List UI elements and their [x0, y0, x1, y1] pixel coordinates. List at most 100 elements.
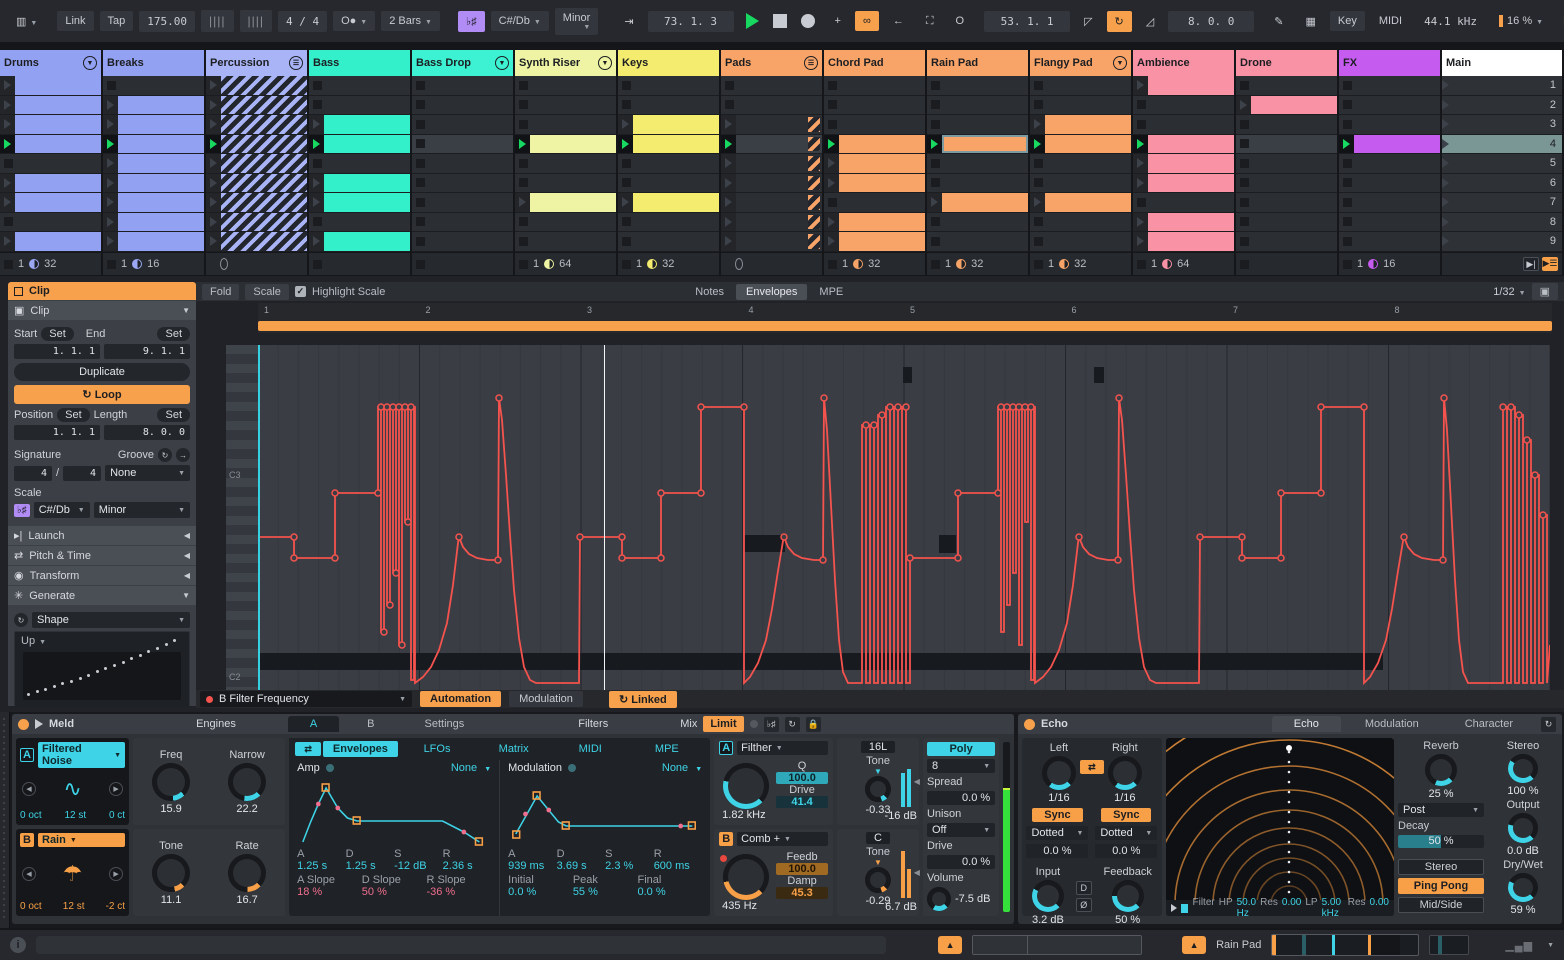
clip-slot[interactable]	[1339, 76, 1440, 96]
clip-body[interactable]	[1045, 193, 1131, 212]
scene-slot[interactable]: 7	[1442, 193, 1562, 213]
tempo-follower-icon[interactable]: ▥ ▼	[8, 11, 45, 32]
clip-slot[interactable]	[618, 95, 719, 115]
clip-slot[interactable]	[824, 115, 925, 135]
clip-slot[interactable]	[309, 115, 410, 135]
clip-slot[interactable]	[1339, 134, 1440, 154]
clip-slot[interactable]	[1030, 193, 1131, 213]
clip-slot[interactable]	[618, 115, 719, 135]
scene-play-icon[interactable]	[1442, 216, 1449, 227]
clip-slot[interactable]	[1339, 212, 1440, 232]
param-value[interactable]: 2.36 s	[443, 860, 492, 872]
clip-stop-square[interactable]	[1343, 80, 1352, 90]
clip-play-zone[interactable]	[309, 173, 324, 192]
clip-play-zone[interactable]	[206, 134, 221, 153]
follow-button[interactable]: ⇥	[616, 11, 641, 32]
right-offset-value[interactable]: 0.0 %	[1095, 844, 1158, 858]
clip-slot[interactable]	[206, 95, 307, 115]
clip-slot[interactable]	[927, 173, 1028, 193]
filter-value[interactable]: 0.00	[1282, 897, 1301, 916]
clip-slot[interactable]	[515, 232, 616, 252]
shape-hotswap-icon[interactable]: ↻	[14, 613, 28, 627]
track-header-synth-riser[interactable]: Synth Riser ▼	[515, 50, 618, 76]
clip-play-icon[interactable]	[210, 80, 217, 91]
clip-play-zone[interactable]	[309, 115, 324, 134]
knob-value[interactable]: 11.1	[161, 894, 182, 906]
clip-play-zone[interactable]	[1030, 134, 1045, 153]
clip-play-icon[interactable]	[1137, 216, 1144, 227]
scene-play-icon[interactable]	[1442, 119, 1449, 130]
clip-play-icon[interactable]	[4, 119, 11, 130]
clip-slot[interactable]	[206, 173, 307, 193]
clip-play-zone[interactable]	[1133, 232, 1148, 251]
clip-stop-square[interactable]	[622, 80, 631, 90]
clip-body[interactable]	[1148, 232, 1234, 251]
scale-name-menu[interactable]: Minor ▼	[93, 502, 190, 518]
clip-play-zone[interactable]	[1030, 193, 1045, 212]
clip-body[interactable]	[1045, 134, 1131, 153]
clip-end-field[interactable]: 9. 1. 1	[104, 344, 190, 359]
clip-play-zone[interactable]	[206, 76, 221, 95]
grid-interval-menu[interactable]: 1/32 ▼	[1493, 286, 1525, 298]
clip-slot[interactable]	[618, 193, 719, 213]
shape-menu[interactable]: Shape ▼	[32, 612, 190, 628]
clip-body[interactable]	[1148, 173, 1234, 192]
echo-tab-echo[interactable]: Echo	[1271, 716, 1341, 732]
launch-section-header[interactable]: ▸| Launch ◀	[8, 526, 196, 545]
clip-stop-square[interactable]	[416, 80, 425, 90]
clip-stop-square[interactable]	[313, 100, 322, 110]
track-header-percussion[interactable]: Percussion ☰	[206, 50, 309, 76]
track-status-cell[interactable]: 1 32	[1030, 253, 1133, 275]
clip-stop-square[interactable]	[828, 119, 837, 129]
device-activator-icon[interactable]	[18, 718, 29, 730]
midi-map-button[interactable]: MIDI	[1371, 11, 1410, 31]
clip-stop-square[interactable]	[931, 217, 940, 227]
key-map-button[interactable]: Key	[1329, 11, 1365, 31]
loop-length-field[interactable]: 8. 0. 0	[104, 425, 190, 440]
clip-stop-square[interactable]	[1240, 158, 1249, 168]
clip-play-icon[interactable]	[107, 216, 114, 227]
clip-slot[interactable]	[1236, 154, 1337, 174]
clip-play-icon[interactable]	[210, 119, 217, 130]
clip-body[interactable]	[839, 173, 925, 192]
clip-stop-square[interactable]	[1343, 178, 1352, 188]
loop-toggle-button[interactable]: ↻ Loop	[14, 385, 190, 404]
clip-slot[interactable]	[1339, 95, 1440, 115]
track-status-cell[interactable]	[206, 253, 309, 275]
clip-play-zone[interactable]	[206, 232, 221, 251]
filter-value[interactable]: 5.00 kHz	[1322, 897, 1344, 916]
clip-slot[interactable]	[927, 212, 1028, 232]
clip-play-icon[interactable]	[1343, 138, 1350, 149]
clip-slot[interactable]	[927, 193, 1028, 213]
clip-play-icon[interactable]	[1034, 119, 1041, 130]
clip-body[interactable]	[15, 76, 101, 95]
clip-stop-square[interactable]	[1343, 259, 1352, 269]
clip-play-zone[interactable]	[824, 232, 839, 251]
track-status-cell[interactable]: 1 16	[103, 253, 206, 275]
automation-tab[interactable]: Automation	[420, 691, 502, 707]
clip-play-zone[interactable]	[206, 193, 221, 212]
clip-body[interactable]	[118, 193, 204, 212]
track-status-cell[interactable]: 1 32	[0, 253, 103, 275]
clip-slot[interactable]	[721, 95, 822, 115]
play-button[interactable]	[745, 13, 759, 29]
clip-play-icon[interactable]	[107, 119, 114, 130]
clip-stop-square[interactable]	[1034, 236, 1043, 246]
clip-slot[interactable]	[515, 154, 616, 174]
clip-stop-square[interactable]	[1240, 197, 1249, 207]
generate-section-header[interactable]: ✳ Generate ▼	[8, 586, 196, 605]
volume-knob[interactable]	[926, 887, 951, 911]
clip-slot[interactable]	[1133, 95, 1234, 115]
engine-a-next-icon[interactable]: ▶	[109, 782, 124, 796]
knob-dial[interactable]	[152, 853, 191, 892]
clip-play-zone[interactable]	[206, 154, 221, 173]
groove-menu[interactable]: None ▼	[105, 465, 190, 481]
clip-play-icon[interactable]	[4, 99, 11, 110]
filter-a-drive-value[interactable]: 41.4	[776, 796, 829, 808]
clip-stop-square[interactable]	[519, 259, 528, 269]
clip-stop-square[interactable]	[107, 80, 116, 90]
clip-play-zone[interactable]	[103, 212, 118, 231]
clip-play-zone[interactable]	[618, 115, 633, 134]
clip-slot[interactable]	[1133, 76, 1234, 96]
clip-stop-square[interactable]	[313, 217, 322, 227]
